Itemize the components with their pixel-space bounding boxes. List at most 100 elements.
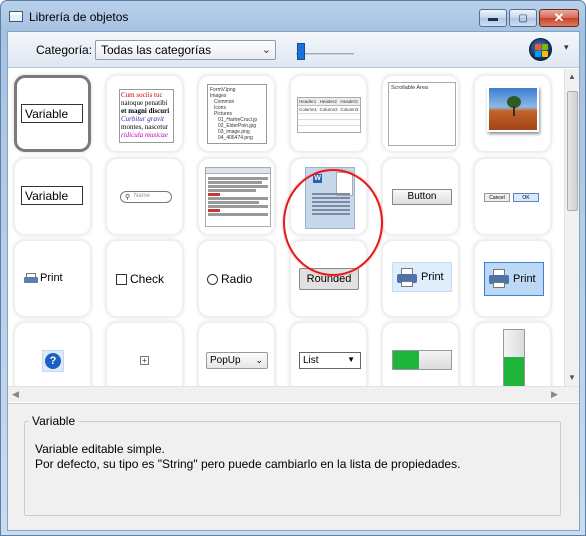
print-toggle-preview: Print (484, 262, 544, 296)
popup-label: PopUp (210, 355, 241, 366)
list-label: List (303, 355, 319, 366)
variable-field-preview: Variable (21, 186, 83, 205)
rich-text-preview: Cum sociis tuc natoque penatibi et magni… (119, 89, 174, 143)
help-icon: ? (45, 353, 61, 369)
horizontal-scrollbar[interactable]: ◀ ▶ (8, 386, 579, 402)
scroll-right-arrow-icon[interactable]: ▶ (551, 389, 558, 400)
description-group: Variable Variable editable simple. Por d… (24, 414, 561, 516)
checkbox-icon (116, 274, 127, 285)
tree-node: 04_406474.png (218, 135, 253, 141)
print-label: Print (513, 273, 536, 285)
radio-icon (207, 274, 218, 285)
chevron-down-icon: ⌄ (261, 44, 271, 56)
cancel-button-preview: Cancel (484, 193, 510, 202)
object-disclosure[interactable]: + (106, 322, 183, 386)
ok-button-preview: OK (513, 193, 539, 202)
check-label: Check (130, 272, 165, 286)
scroll-area-preview: Scrollable Area (388, 82, 456, 146)
object-variable-selected[interactable]: Variable (14, 75, 91, 152)
object-popup[interactable]: PopUp ⌄ (198, 322, 275, 386)
vertical-scrollbar[interactable]: ▲ ▼ (564, 69, 579, 386)
progress-bar-vertical (503, 329, 525, 386)
printer-icon (24, 273, 38, 285)
landscape-image (487, 86, 539, 132)
description-line: Variable editable simple. (35, 442, 165, 456)
object-progress-bar[interactable] (382, 322, 459, 386)
tree-preview: FormV.lpng Images Common Icons Pictures … (207, 84, 267, 144)
object-list[interactable]: List ▼ (290, 322, 367, 386)
object-rich-text[interactable]: Cum sociis tuc natoque penatibi et magni… (106, 75, 183, 152)
list-preview: List ▼ (299, 352, 361, 369)
category-label: Categoría: (36, 43, 93, 57)
object-text-editor[interactable] (198, 158, 275, 235)
description-title: Variable (32, 414, 76, 428)
scroll-down-arrow-icon[interactable]: ▼ (568, 373, 576, 382)
table-preview: Header1 Header2 Header3 Column1 Column2 … (297, 97, 361, 133)
progress-fill (504, 357, 524, 386)
triangle-down-icon: ▼ (347, 355, 355, 364)
object-vertical-progress[interactable] (474, 322, 551, 386)
text-editor-preview (205, 167, 271, 227)
rich-text-line: montes, nascetur (121, 123, 169, 131)
title-bar[interactable]: Librería de objetos ▬ ▢ ✕ (1, 1, 585, 31)
object-search-field[interactable]: ⚲ Name (106, 158, 183, 235)
window-app-icon (9, 11, 23, 22)
progress-fill (393, 351, 419, 369)
orb-menu-arrow-icon[interactable]: ▾ (564, 42, 569, 53)
object-help-button[interactable]: ? (14, 322, 91, 386)
popup-preview: PopUp ⌄ (206, 352, 268, 369)
table-header-cell: Header3 (340, 99, 358, 104)
object-image[interactable] (474, 75, 551, 152)
object-print-toggle[interactable]: Print (474, 240, 551, 317)
table-header-cell: Header1 (299, 99, 317, 104)
vertical-scroll-thumb[interactable] (567, 91, 578, 211)
search-field-preview: ⚲ Name (120, 191, 172, 203)
close-button[interactable]: ✕ (539, 9, 579, 27)
window-client: Categoría: Todas las categorías ⌄ ▾ Vari… (7, 31, 580, 531)
rich-text-line: Curbitur gravit (121, 115, 164, 123)
table-cell: Column3 (340, 107, 359, 112)
object-checkbox[interactable]: Check (106, 240, 183, 317)
description-line: Por defecto, su tipo es "String" pero pu… (35, 457, 461, 471)
description-panel: Variable Variable editable simple. Por d… (8, 403, 579, 530)
table-cell: Column2 (319, 107, 338, 112)
object-dialog-buttons[interactable]: Cancel OK (474, 158, 551, 235)
printer-icon (397, 268, 417, 288)
object-print-link[interactable]: Print (14, 240, 91, 317)
object-radio[interactable]: Radio (198, 240, 275, 317)
chevron-down-icon: ⌄ (255, 355, 263, 365)
table-cell: Column1 (299, 107, 318, 112)
category-select[interactable]: Todas las categorías ⌄ (95, 40, 276, 60)
highlight-circle (283, 169, 383, 276)
object-table[interactable]: Header1 Header2 Header3 Column1 Column2 … (290, 75, 367, 152)
minimize-button[interactable]: ▬ (479, 9, 507, 27)
library-window: Librería de objetos ▬ ▢ ✕ Categoría: Tod… (0, 0, 586, 536)
print-label: Print (40, 272, 63, 284)
maximize-button[interactable]: ▢ (509, 9, 537, 27)
variable-field-preview: Variable (21, 104, 83, 123)
window-title: Librería de objetos (29, 10, 129, 24)
print-label: Print (421, 271, 444, 283)
radio-label: Radio (221, 272, 253, 286)
scroll-left-arrow-icon[interactable]: ◀ (12, 389, 19, 400)
object-button[interactable]: Button (382, 158, 459, 235)
print-button-preview: Print (392, 262, 452, 292)
object-tree-view[interactable]: FormV.lpng Images Common Icons Pictures … (198, 75, 275, 152)
toolbar: Categoría: Todas las categorías ⌄ ▾ (8, 32, 579, 68)
search-placeholder: Name (134, 193, 151, 199)
size-slider-thumb[interactable] (297, 43, 305, 60)
help-button-preview: ? (42, 350, 64, 372)
button-preview: Button (392, 189, 452, 205)
table-header-cell: Header2 (319, 99, 337, 104)
object-scroll-area[interactable]: Scrollable Area (382, 75, 459, 152)
scroll-up-arrow-icon[interactable]: ▲ (568, 72, 576, 81)
object-print-button[interactable]: Print (382, 240, 459, 317)
rich-text-line: Cum sociis tuc (121, 91, 163, 99)
rich-text-line: natoque penatibi (121, 99, 168, 107)
search-icon: ⚲ (125, 194, 131, 201)
expand-plus-icon: + (140, 356, 149, 365)
progress-bar-horizontal (392, 350, 452, 370)
object-variable[interactable]: Variable (14, 158, 91, 235)
printer-icon (489, 269, 509, 289)
windows-logo-icon[interactable] (529, 38, 552, 61)
